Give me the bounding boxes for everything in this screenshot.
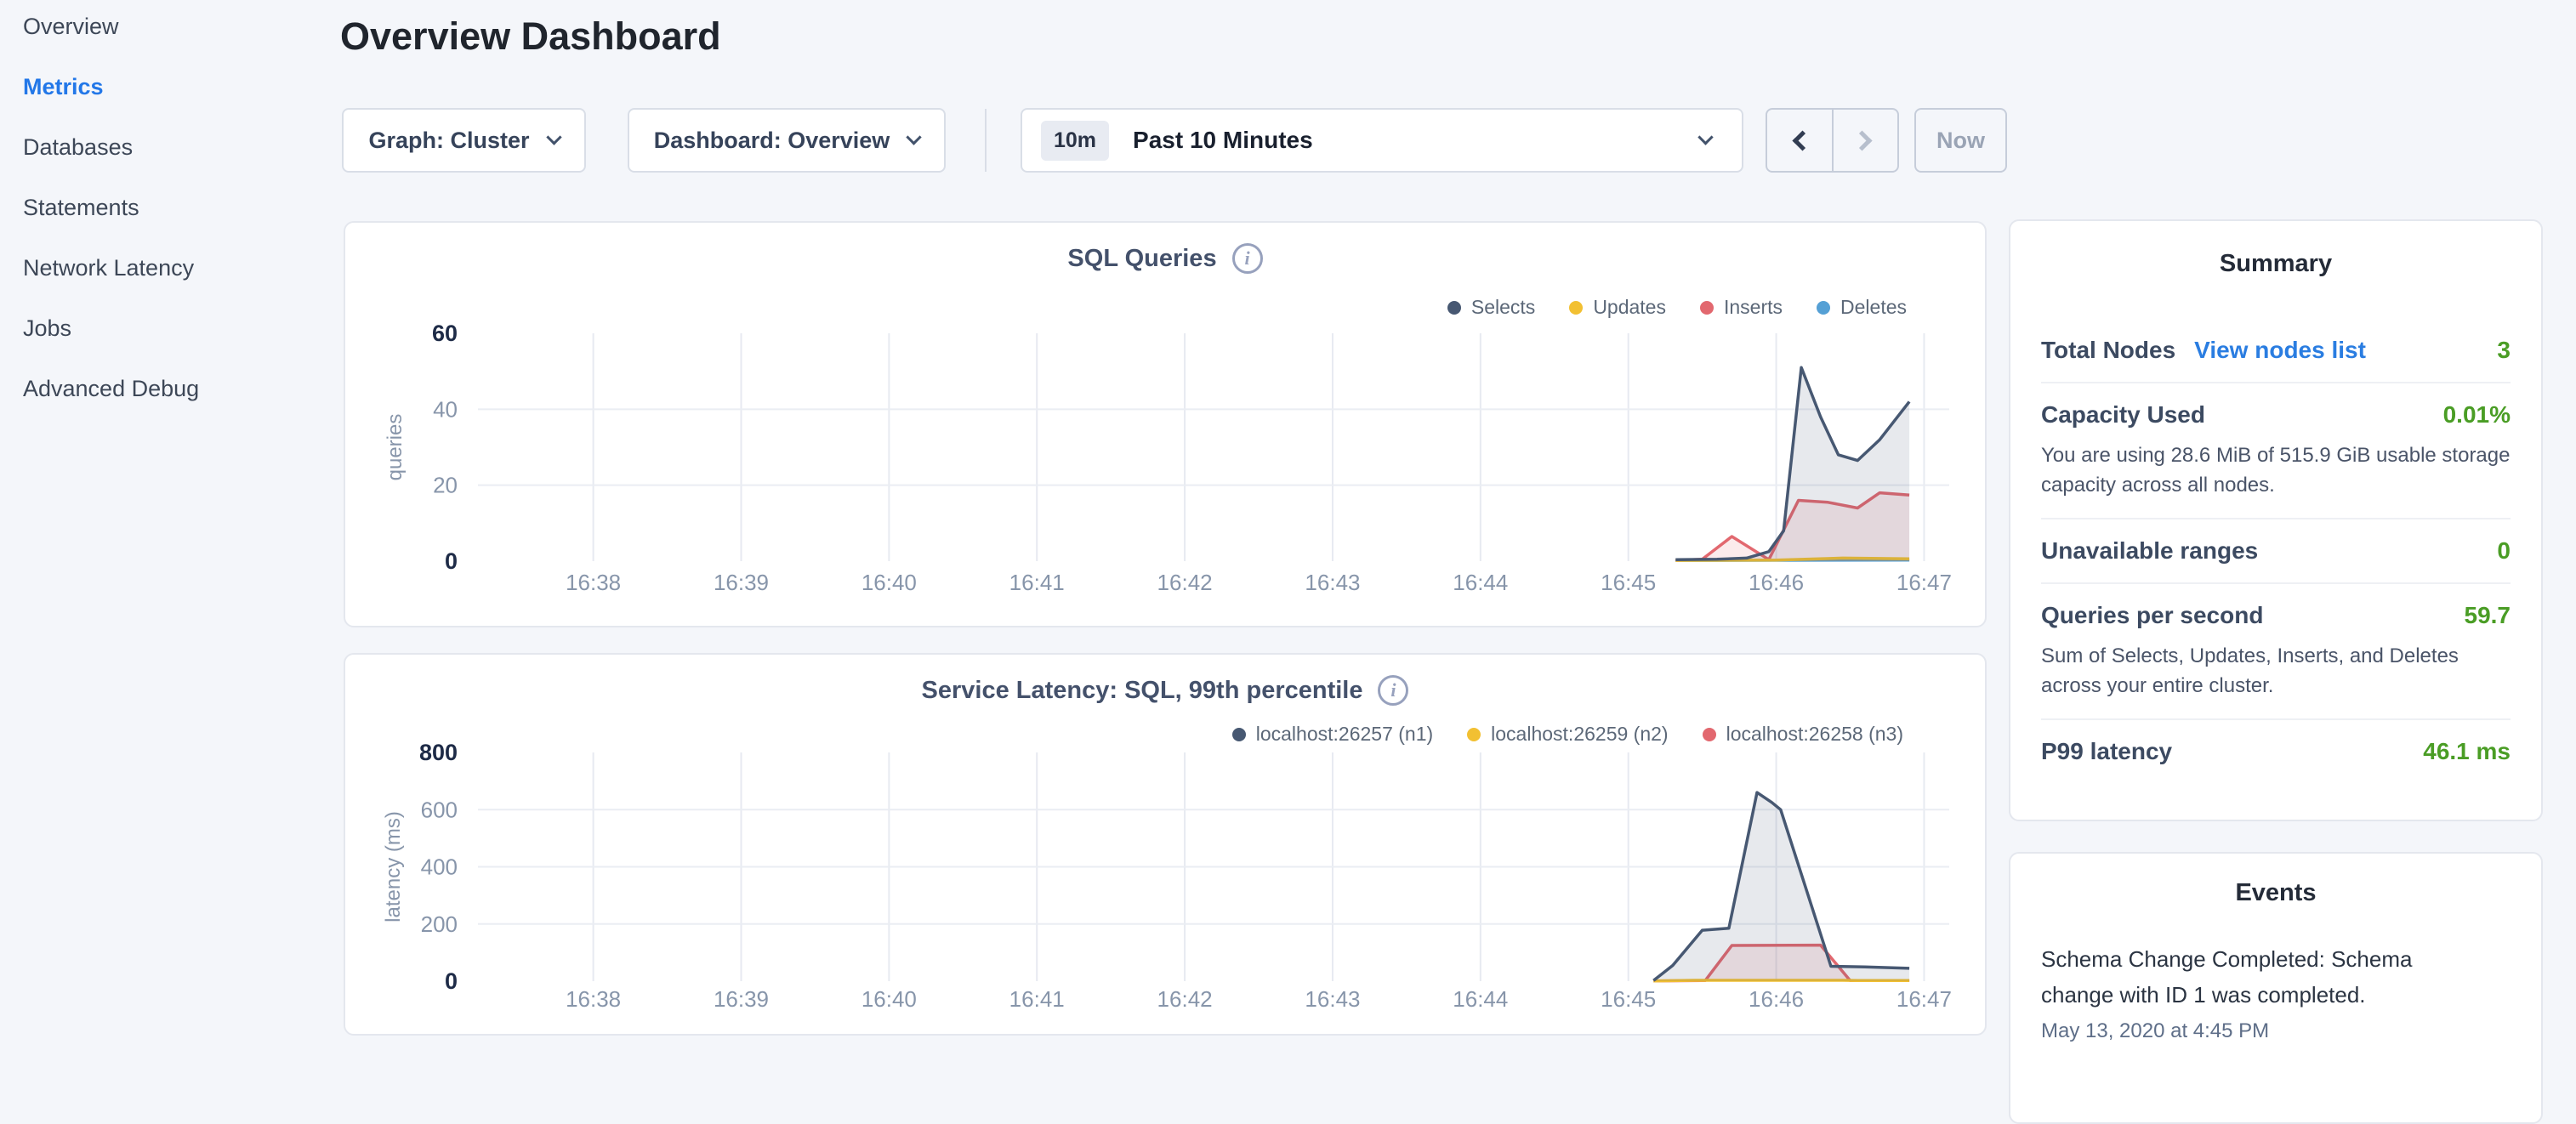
svg-text:600: 600 bbox=[421, 797, 458, 822]
svg-text:800: 800 bbox=[419, 740, 458, 765]
svg-text:latency (ms): latency (ms) bbox=[382, 811, 405, 922]
svg-text:60: 60 bbox=[432, 321, 458, 346]
svg-text:200: 200 bbox=[421, 911, 458, 937]
chevron-down-icon bbox=[546, 129, 561, 145]
time-step-back-button[interactable] bbox=[1767, 110, 1832, 171]
time-window-selector[interactable]: 10m Past 10 Minutes bbox=[1021, 108, 1743, 173]
graph-scope-label: Graph: Cluster bbox=[368, 128, 529, 154]
svg-text:16:47: 16:47 bbox=[1896, 986, 1952, 1012]
sidebar-item-metrics[interactable]: Metrics bbox=[23, 67, 104, 106]
svg-text:16:43: 16:43 bbox=[1305, 986, 1360, 1012]
dashboard-label: Dashboard: Overview bbox=[654, 128, 890, 154]
summary-value: 46.1 ms bbox=[2423, 738, 2511, 765]
summary-value: 59.7 bbox=[2465, 602, 2511, 629]
svg-text:16:44: 16:44 bbox=[1453, 570, 1508, 595]
now-button[interactable]: Now bbox=[1914, 108, 2007, 173]
summary-label: Total Nodes bbox=[2041, 337, 2175, 364]
summary-row-unavailable-ranges: Unavailable ranges 0 bbox=[2041, 518, 2511, 582]
svg-text:16:43: 16:43 bbox=[1305, 570, 1360, 595]
svg-text:16:39: 16:39 bbox=[714, 986, 769, 1012]
chevron-left-icon bbox=[1793, 130, 1813, 150]
svg-text:16:38: 16:38 bbox=[566, 570, 621, 595]
svg-text:16:47: 16:47 bbox=[1896, 570, 1952, 595]
svg-text:400: 400 bbox=[421, 854, 458, 880]
graph-scope-dropdown[interactable]: Graph: Cluster bbox=[342, 108, 586, 173]
summary-value: 3 bbox=[2497, 337, 2511, 364]
chart-title: SQL Queries bbox=[1067, 245, 1216, 273]
summary-description: Sum of Selects, Updates, Inserts, and De… bbox=[2041, 641, 2511, 701]
svg-text:16:46: 16:46 bbox=[1749, 570, 1804, 595]
events-title: Events bbox=[2041, 879, 2511, 907]
svg-text:16:45: 16:45 bbox=[1601, 986, 1656, 1012]
time-window-badge: 10m bbox=[1041, 121, 1109, 161]
sidebar-item-advanced-debug[interactable]: Advanced Debug bbox=[23, 369, 199, 408]
svg-text:40: 40 bbox=[433, 396, 458, 422]
dashboard-dropdown[interactable]: Dashboard: Overview bbox=[628, 108, 946, 173]
time-window-label: Past 10 Minutes bbox=[1133, 127, 1700, 154]
service-latency-chart-card: Service Latency: SQL, 99th percentile i … bbox=[344, 653, 1987, 1036]
chart-series bbox=[1675, 367, 1909, 561]
sql-queries-chart[interactable]: 16:38 16:39 16:40 16:41 16:42 16:43 16:44 16:45… bbox=[367, 312, 1966, 605]
event-timestamp: May 13, 2020 at 4:45 PM bbox=[2041, 1019, 2511, 1043]
service-latency-chart[interactable]: 16:38 16:39 16:40 16:41 16:42 16:43 16:44 16:45… bbox=[367, 707, 1966, 1026]
svg-text:16:45: 16:45 bbox=[1601, 570, 1656, 595]
svg-text:16:38: 16:38 bbox=[566, 986, 621, 1012]
svg-text:16:42: 16:42 bbox=[1157, 986, 1213, 1012]
summary-label: P99 latency bbox=[2041, 738, 2172, 765]
time-step-forward-button[interactable] bbox=[1832, 110, 1898, 171]
sidebar-item-databases[interactable]: Databases bbox=[23, 128, 133, 167]
svg-text:16:44: 16:44 bbox=[1453, 986, 1508, 1012]
summary-label: Unavailable ranges bbox=[2041, 537, 2258, 565]
sidebar-item-overview[interactable]: Overview bbox=[23, 7, 119, 46]
events-panel: Events Schema Change Completed: Schema c… bbox=[2009, 852, 2543, 1124]
chevron-down-icon bbox=[907, 129, 922, 145]
time-step-button-group bbox=[1766, 108, 1899, 173]
svg-text:16:40: 16:40 bbox=[862, 986, 917, 1012]
summary-panel: Summary Total Nodes View nodes list 3 Ca… bbox=[2009, 219, 2543, 821]
summary-value: 0 bbox=[2497, 537, 2511, 565]
summary-row-queries-per-second: Queries per second 59.7 Sum of Selects, … bbox=[2041, 582, 2511, 718]
event-text: Schema Change Completed: Schema change w… bbox=[2041, 941, 2441, 1013]
summary-title: Summary bbox=[2041, 250, 2511, 278]
svg-text:16:40: 16:40 bbox=[862, 570, 917, 595]
chevron-down-icon bbox=[1697, 129, 1713, 145]
toolbar-divider bbox=[985, 109, 987, 172]
svg-text:16:42: 16:42 bbox=[1157, 570, 1213, 595]
summary-label: Queries per second bbox=[2041, 602, 2263, 629]
sidebar-item-statements[interactable]: Statements bbox=[23, 188, 139, 227]
summary-description: You are using 28.6 MiB of 515.9 GiB usab… bbox=[2041, 440, 2511, 500]
info-icon[interactable]: i bbox=[1232, 243, 1263, 274]
page-title: Overview Dashboard bbox=[340, 9, 721, 65]
svg-text:16:39: 16:39 bbox=[714, 570, 769, 595]
svg-text:16:46: 16:46 bbox=[1749, 986, 1804, 1012]
series-area bbox=[1653, 792, 1909, 981]
chart-title: Service Latency: SQL, 99th percentile bbox=[922, 677, 1363, 705]
svg-text:queries: queries bbox=[384, 414, 407, 481]
sidebar-item-network-latency[interactable]: Network Latency bbox=[23, 248, 194, 287]
svg-text:0: 0 bbox=[445, 968, 458, 994]
summary-value: 0.01% bbox=[2443, 401, 2511, 429]
sidebar-item-jobs[interactable]: Jobs bbox=[23, 309, 71, 348]
event-list-item[interactable]: Schema Change Completed: Schema change w… bbox=[2041, 941, 2511, 1043]
info-icon[interactable]: i bbox=[1378, 675, 1408, 706]
summary-row-p99-latency: P99 latency 46.1 ms bbox=[2041, 718, 2511, 783]
svg-text:0: 0 bbox=[445, 548, 458, 574]
summary-row-total-nodes: Total Nodes View nodes list 3 bbox=[2041, 319, 2511, 382]
view-nodes-list-link[interactable]: View nodes list bbox=[2194, 337, 2366, 364]
chevron-right-icon bbox=[1851, 130, 1872, 150]
svg-text:16:41: 16:41 bbox=[1009, 986, 1065, 1012]
chart-series bbox=[1653, 792, 1909, 981]
svg-text:16:41: 16:41 bbox=[1009, 570, 1065, 595]
svg-text:20: 20 bbox=[433, 473, 458, 498]
series-area bbox=[1675, 367, 1909, 561]
sql-queries-chart-card: SQL Queries i SelectsUpdatesInsertsDelet… bbox=[344, 221, 1987, 627]
summary-label: Capacity Used bbox=[2041, 401, 2205, 429]
chart-grid bbox=[478, 333, 1949, 561]
summary-row-capacity-used: Capacity Used 0.01% You are using 28.6 M… bbox=[2041, 382, 2511, 518]
